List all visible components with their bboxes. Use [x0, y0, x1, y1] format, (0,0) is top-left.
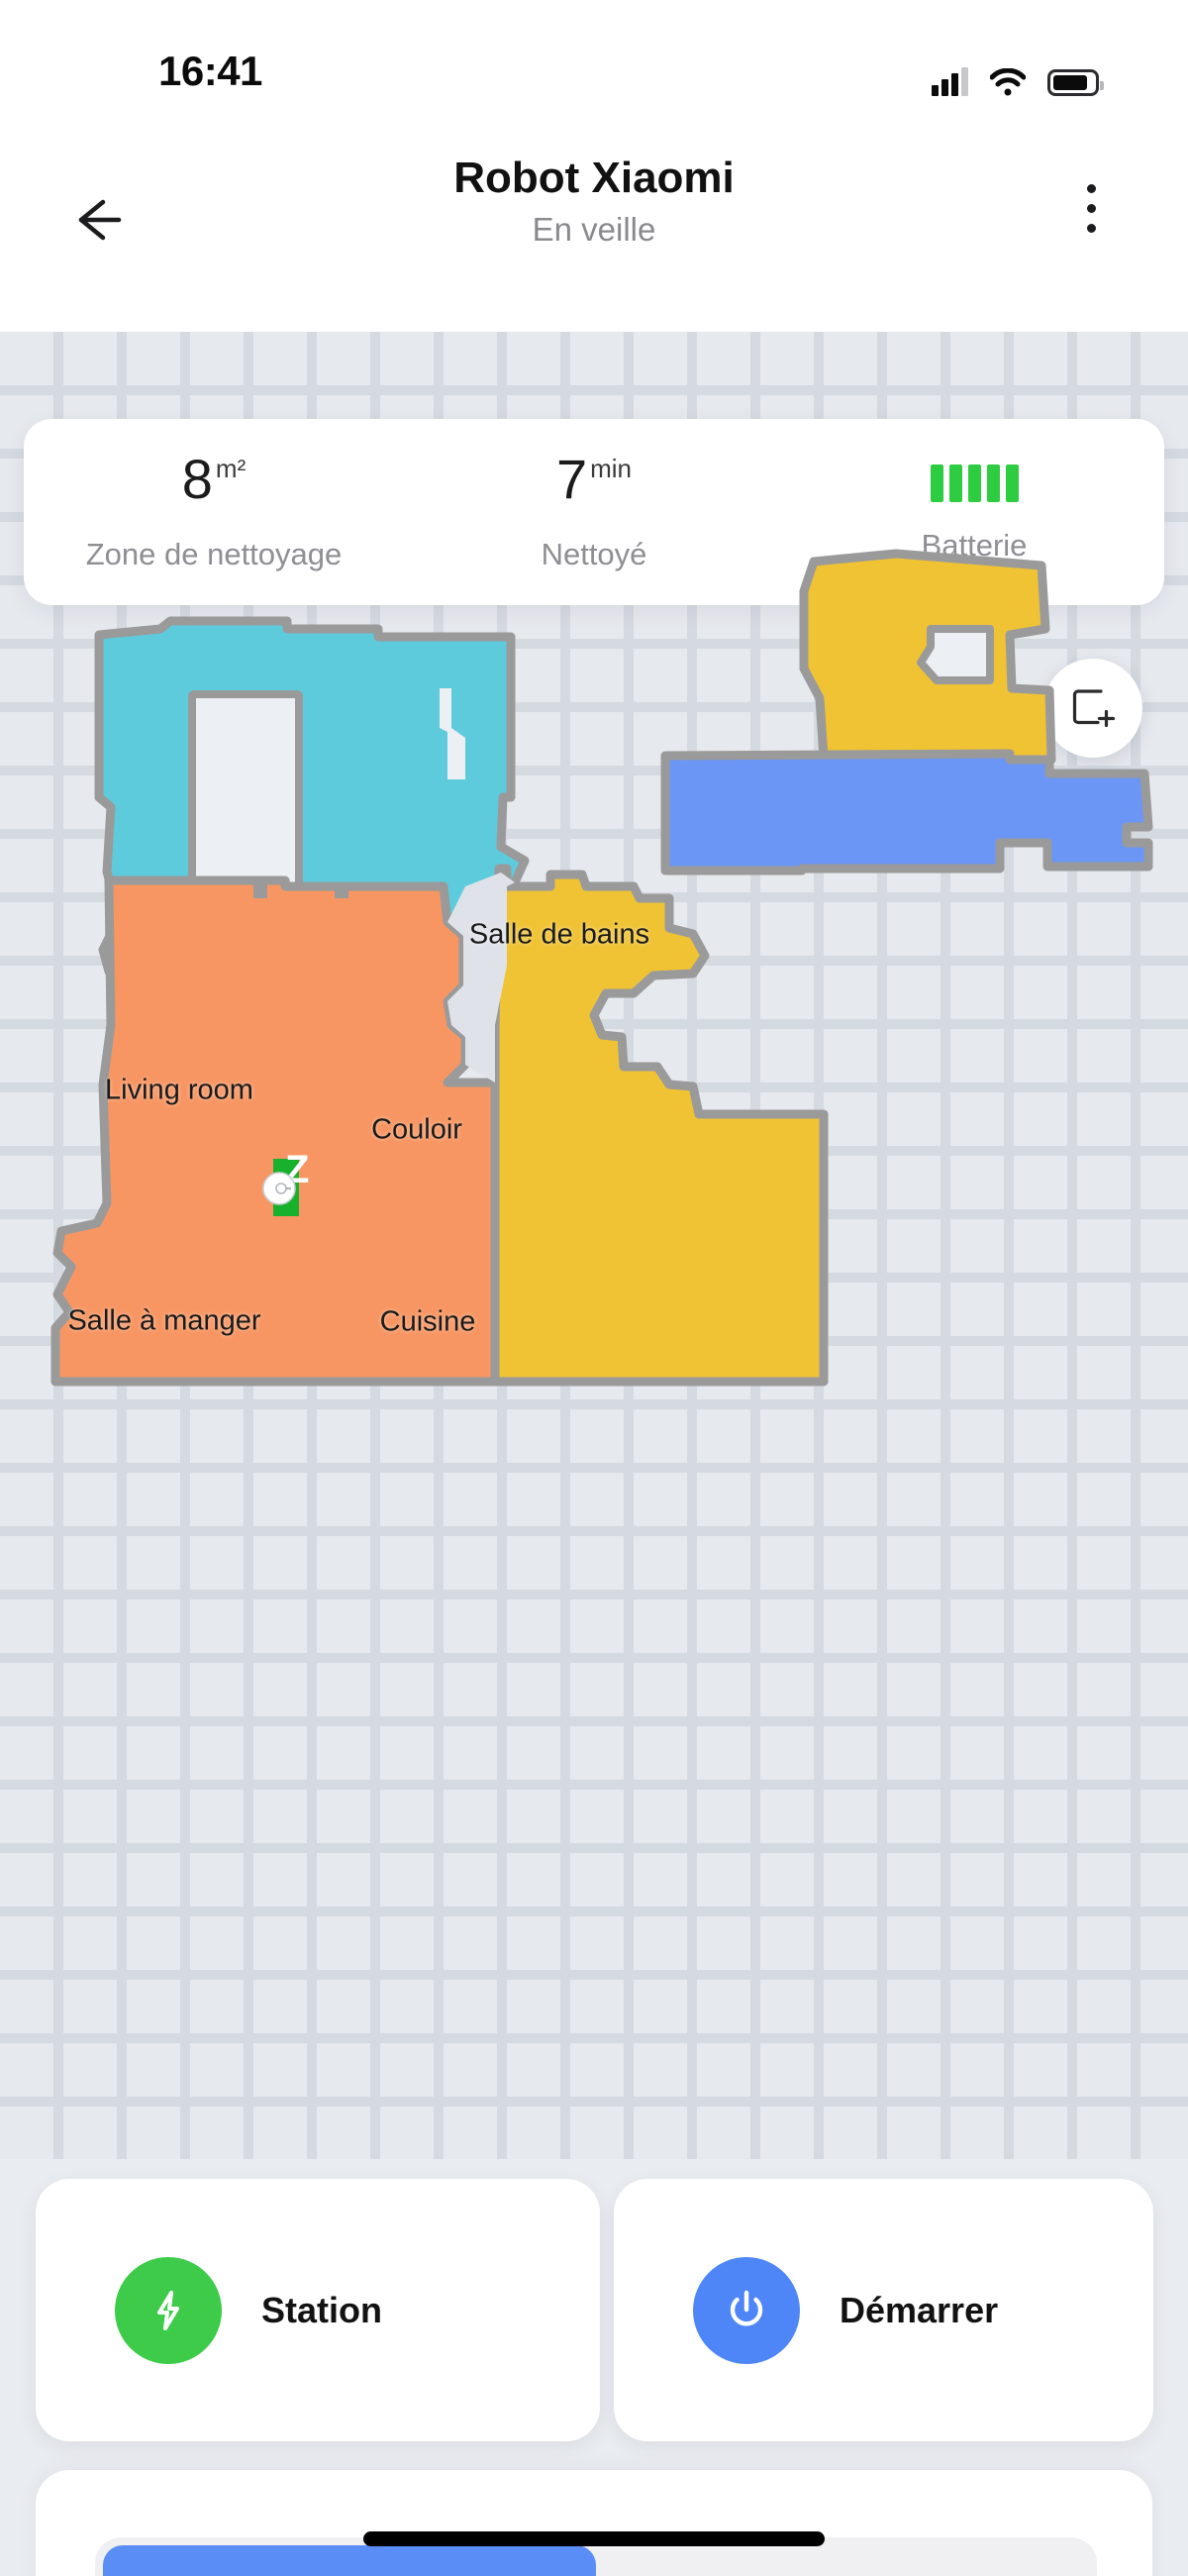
robot-vacuum-app-screen: 16:41 Robot Xiaomi En veille 8 m² Zone d… — [0, 0, 1188, 2576]
device-status-subtitle: En veille — [532, 211, 656, 248]
tab-mode-personnalise[interactable]: Mode personnalisé — [596, 2545, 1089, 2576]
station-button-label: Station — [261, 2289, 382, 2330]
wall-segment — [335, 882, 348, 898]
mode-card: Mode standard Mode personnalisé — [36, 2470, 1152, 2576]
room-label-cuisine: Cuisine — [379, 1305, 476, 1338]
home-indicator — [363, 2531, 825, 2546]
floor-plan[interactable] — [0, 332, 1188, 2159]
start-button[interactable]: Démarrer — [614, 2179, 1153, 2441]
action-button-row: Station Démarrer — [0, 2159, 1188, 2456]
status-bar-time: 16:41 — [158, 48, 262, 94]
status-bar: 16:41 — [0, 0, 1188, 129]
room-label-living-room: Living room — [105, 1074, 253, 1106]
battery-icon — [1047, 69, 1104, 96]
more-vertical-icon[interactable] — [1087, 184, 1099, 244]
robot-vacuum-icon[interactable] — [259, 1169, 299, 1208]
station-button[interactable]: Station — [36, 2179, 600, 2441]
start-button-label: Démarrer — [840, 2289, 999, 2330]
cellular-signal-icon — [932, 66, 968, 96]
room-label-salle-de-bains: Salle de bains — [468, 918, 650, 951]
page-title: Robot Xiaomi — [453, 154, 735, 202]
room-label-salle-a-manger: Salle à manger — [67, 1304, 261, 1337]
wifi-icon — [990, 68, 1026, 96]
map-area[interactable]: 8 m² Zone de nettoyage 7 min Nettoyé Bat… — [0, 332, 1188, 2159]
wall-segment — [253, 882, 267, 898]
room-couloir[interactable] — [660, 749, 1153, 876]
nav-title-group: Robot Xiaomi En veille — [0, 151, 1188, 249]
navigation-bar: Robot Xiaomi En veille — [0, 129, 1188, 332]
room-label-couloir: Couloir — [371, 1113, 462, 1146]
tab-mode-standard[interactable]: Mode standard — [103, 2545, 596, 2576]
charging-bolt-icon — [115, 2256, 222, 2364]
power-icon — [693, 2256, 800, 2364]
bathroom-fixture — [917, 625, 994, 684]
status-bar-icons — [932, 54, 1104, 96]
